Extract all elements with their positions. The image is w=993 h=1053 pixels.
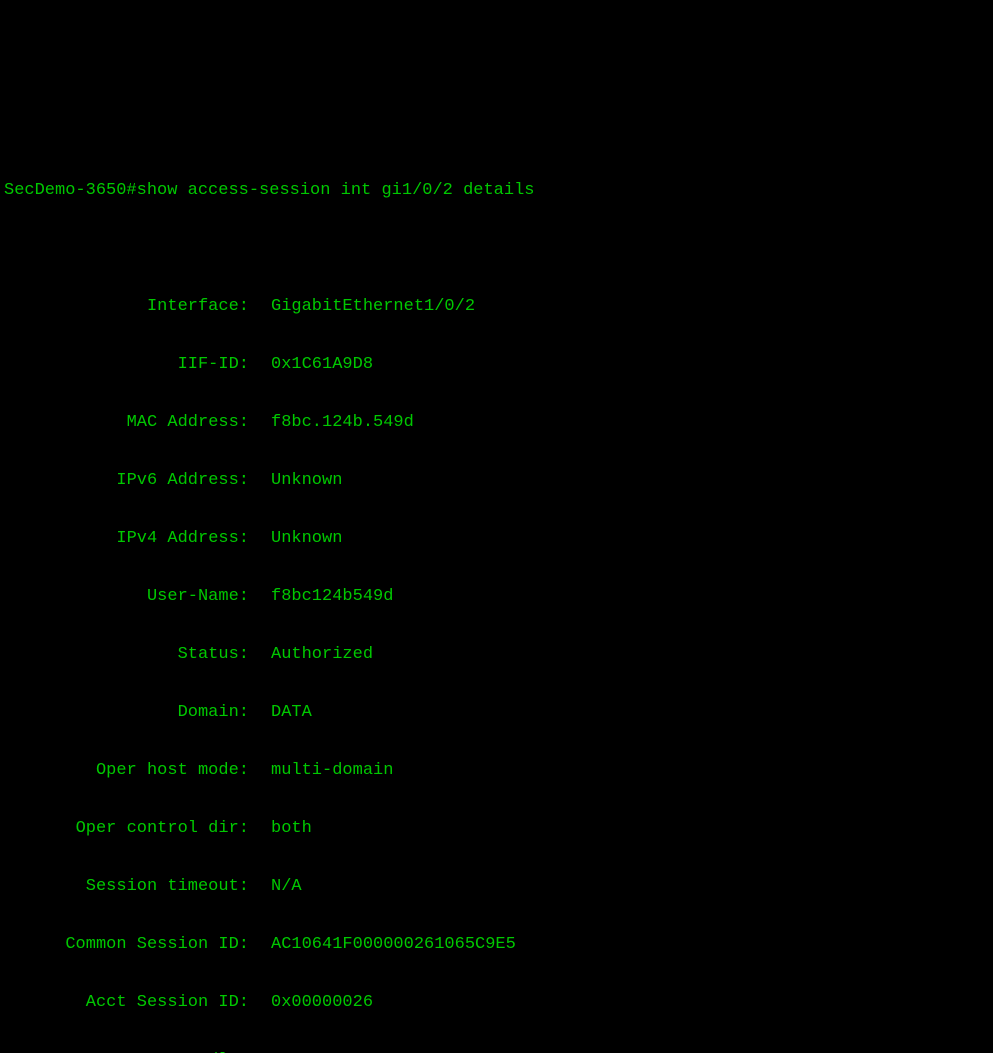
kv-value: AC10641F000000261065C9E5 bbox=[251, 930, 516, 959]
kv-row: Common Session ID:AC10641F000000261065C9… bbox=[4, 930, 993, 959]
kv-row: IPv4 Address:Unknown bbox=[4, 524, 993, 553]
kv-label: Oper control dir: bbox=[4, 814, 251, 843]
kv-row: Interface:GigabitEthernet1/0/2 bbox=[4, 292, 993, 321]
kv-row: Domain:DATA bbox=[4, 698, 993, 727]
kv-value: Authorized bbox=[251, 640, 373, 669]
kv-label: Oper host mode: bbox=[4, 756, 251, 785]
command-text: show access-session int gi1/0/2 details bbox=[137, 181, 535, 200]
kv-value: multi-domain bbox=[251, 756, 393, 785]
kv-label: IIF-ID: bbox=[4, 350, 251, 379]
kv-label: Domain: bbox=[4, 698, 251, 727]
kv-row: Oper host mode:multi-domain bbox=[4, 756, 993, 785]
kv-row: User-Name:f8bc124b549d bbox=[4, 582, 993, 611]
kv-row: Acct Session ID:0x00000026 bbox=[4, 988, 993, 1017]
kv-value: GigabitEthernet1/0/2 bbox=[251, 292, 475, 321]
kv-label: MAC Address: bbox=[4, 408, 251, 437]
kv-row: IPv6 Address:Unknown bbox=[4, 466, 993, 495]
kv-label: Handle: bbox=[4, 1046, 251, 1053]
kv-label: Acct Session ID: bbox=[4, 988, 251, 1017]
terminal-output: { "prompt": { "hostname_prefix": "SecDem… bbox=[0, 58, 993, 1053]
kv-value: 0x1C61A9D8 bbox=[251, 350, 373, 379]
kv-row: Oper control dir:both bbox=[4, 814, 993, 843]
kv-value: both bbox=[251, 814, 312, 843]
kv-row: MAC Address:f8bc.124b.549d bbox=[4, 408, 993, 437]
kv-row: Status:Authorized bbox=[4, 640, 993, 669]
kv-value: 0x00000026 bbox=[251, 988, 373, 1017]
kv-value: Unknown bbox=[251, 524, 342, 553]
kv-value: DATA bbox=[251, 698, 312, 727]
kv-label: Status: bbox=[4, 640, 251, 669]
kv-value: f8bc124b549d bbox=[251, 582, 393, 611]
command-line: SecDemo-3650#show access-session int gi1… bbox=[4, 176, 993, 205]
kv-value: N/A bbox=[251, 872, 302, 901]
kv-label: IPv6 Address: bbox=[4, 466, 251, 495]
kv-row: Session timeout:N/A bbox=[4, 872, 993, 901]
kv-value: f8bc.124b.549d bbox=[251, 408, 414, 437]
kv-value: Unknown bbox=[251, 466, 342, 495]
kv-label: IPv4 Address: bbox=[4, 524, 251, 553]
kv-row: IIF-ID:0x1C61A9D8 bbox=[4, 350, 993, 379]
kv-label: Interface: bbox=[4, 292, 251, 321]
kv-label: Common Session ID: bbox=[4, 930, 251, 959]
hostname-prompt: SecDemo-3650# bbox=[4, 181, 137, 200]
kv-label: User-Name: bbox=[4, 582, 251, 611]
kv-row: Handle:0x7300001c bbox=[4, 1046, 993, 1053]
kv-label: Session timeout: bbox=[4, 872, 251, 901]
kv-value: 0x7300001c bbox=[251, 1046, 373, 1053]
